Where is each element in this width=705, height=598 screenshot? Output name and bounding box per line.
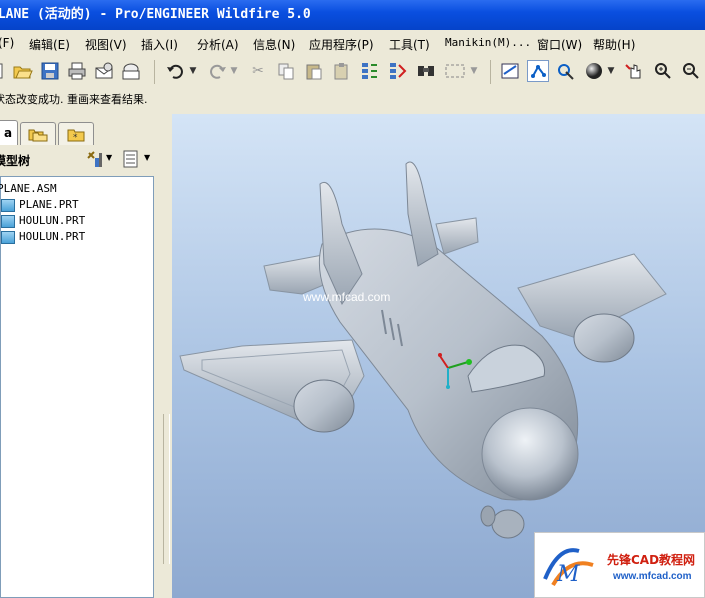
redo-icon[interactable] [206, 60, 228, 82]
menu-insert[interactable]: 插入(I) [141, 36, 178, 53]
part-icon [1, 230, 15, 244]
datum-axis-display-icon[interactable] [527, 60, 549, 82]
find-icon[interactable] [415, 60, 437, 82]
airplane-model[interactable] [172, 114, 705, 598]
model-tree: PLANE.ASM PLANE.PRT HOULUN.PRT HOULUN.PR… [0, 176, 154, 598]
paste-special-icon[interactable] [331, 60, 353, 82]
menu-edit[interactable]: 编辑(E) [29, 36, 70, 53]
splitter-handle[interactable] [163, 414, 170, 564]
navigator-panel: a * 模型树 ▼ ▼ PLANE.ASM PLANE.PRT HOULUN.P… [0, 114, 160, 598]
logo-url: www.mfcad.com [613, 571, 692, 582]
main-toolbar: ▼ ▼ ✂ ▼ ▼ [0, 56, 705, 89]
graphics-window[interactable]: www.mfcad.com M 先锋CAD教程网 www.mfcad.com [172, 114, 705, 598]
model-tree-tab-icon: a [3, 126, 13, 140]
undo-dropdown-icon[interactable]: ▼ [187, 60, 199, 82]
open-icon[interactable] [12, 60, 34, 82]
model-tree-header: 模型树 ▼ ▼ [0, 146, 160, 174]
menu-tools[interactable]: 工具(T) [389, 36, 430, 53]
tree-settings-dropdown-icon[interactable]: ▼ [106, 153, 112, 162]
menu-view[interactable]: 视图(V) [85, 36, 127, 53]
message-area: 状态改变成功. 重画来查看结果. [0, 88, 705, 114]
tree-item-label: PLANE.PRT [19, 198, 79, 211]
spin-center-icon[interactable] [624, 60, 646, 82]
watermark-text: www.mfcad.com [303, 290, 391, 304]
menu-file[interactable]: (F) [0, 36, 14, 50]
menu-applications[interactable]: 应用程序(P) [309, 36, 374, 53]
cut-icon[interactable]: ✂ [247, 60, 269, 82]
menu-help[interactable]: 帮助(H) [593, 36, 635, 53]
menu-manikin[interactable]: Manikin(M)... [445, 36, 531, 49]
copy-icon[interactable] [275, 60, 297, 82]
shading-dropdown-icon[interactable]: ▼ [605, 60, 617, 82]
save-icon[interactable] [39, 60, 61, 82]
logo-emblem-icon: M [543, 548, 594, 587]
print-icon[interactable] [66, 60, 88, 82]
regenerate-icon[interactable] [359, 60, 381, 82]
shading-icon[interactable] [583, 60, 605, 82]
svg-text:M: M [556, 562, 580, 587]
window-title-bar: PLANE (活动的) - Pro/ENGINEER Wildfire 5.0 [0, 0, 705, 30]
zoom-out-icon[interactable] [680, 60, 702, 82]
menu-bar: (F) 编辑(E) 视图(V) 插入(I) 分析(A) 信息(N) 应用程序(P… [0, 30, 705, 56]
datum-plane-display-icon[interactable] [499, 60, 521, 82]
datum-point-display-icon[interactable] [555, 60, 577, 82]
undo-icon[interactable] [165, 60, 187, 82]
folders-icon [28, 129, 48, 142]
tab-folder-browser[interactable] [20, 122, 56, 145]
status-message: 状态改变成功. 重画来查看结果. [0, 93, 148, 106]
favorites-folder-icon: * [67, 129, 85, 142]
menu-window[interactable]: 窗口(W) [537, 36, 582, 53]
tree-item-part[interactable]: PLANE.PRT [1, 197, 79, 213]
select-box-icon[interactable] [443, 60, 467, 82]
tree-item-label: HOULUN.PRT [19, 230, 86, 243]
show-columns-icon[interactable] [122, 150, 140, 171]
mail-icon[interactable] [120, 60, 142, 82]
tab-model-tree[interactable]: a [0, 120, 18, 145]
redo-dropdown-icon[interactable]: ▼ [228, 60, 240, 82]
tree-item-part[interactable]: HOULUN.PRT [1, 213, 85, 229]
part-icon [1, 198, 15, 212]
menu-analysis[interactable]: 分析(A) [197, 36, 239, 53]
menu-info[interactable]: 信息(N) [253, 36, 295, 53]
zoom-in-icon[interactable] [652, 60, 674, 82]
logo-title: 先锋CAD教程网 [607, 553, 696, 567]
tree-item-label: HOULUN.PRT [19, 214, 86, 227]
svg-text:*: * [73, 133, 78, 142]
tab-favorites[interactable]: * [58, 122, 94, 145]
tree-item-part[interactable]: HOULUN.PRT [1, 229, 85, 245]
tree-settings-icon[interactable] [86, 150, 104, 171]
select-dropdown-icon[interactable]: ▼ [468, 60, 480, 82]
regenerate-manager-icon[interactable] [387, 60, 409, 82]
tree-item-root[interactable]: PLANE.ASM [0, 181, 57, 197]
model-tree-title: 模型树 [0, 154, 31, 168]
window-title: PLANE (活动的) - Pro/ENGINEER Wildfire 5.0 [0, 7, 311, 22]
panel-splitter[interactable] [160, 114, 172, 598]
tree-item-label: PLANE.ASM [0, 182, 57, 195]
part-icon [1, 214, 15, 228]
navigator-tabs: a * [0, 118, 160, 145]
site-logo: M 先锋CAD教程网 www.mfcad.com [534, 532, 705, 598]
show-dropdown-icon[interactable]: ▼ [144, 153, 150, 162]
send-mail-icon[interactable] [93, 60, 115, 82]
new-icon[interactable] [0, 60, 4, 82]
paste-icon[interactable] [303, 60, 325, 82]
